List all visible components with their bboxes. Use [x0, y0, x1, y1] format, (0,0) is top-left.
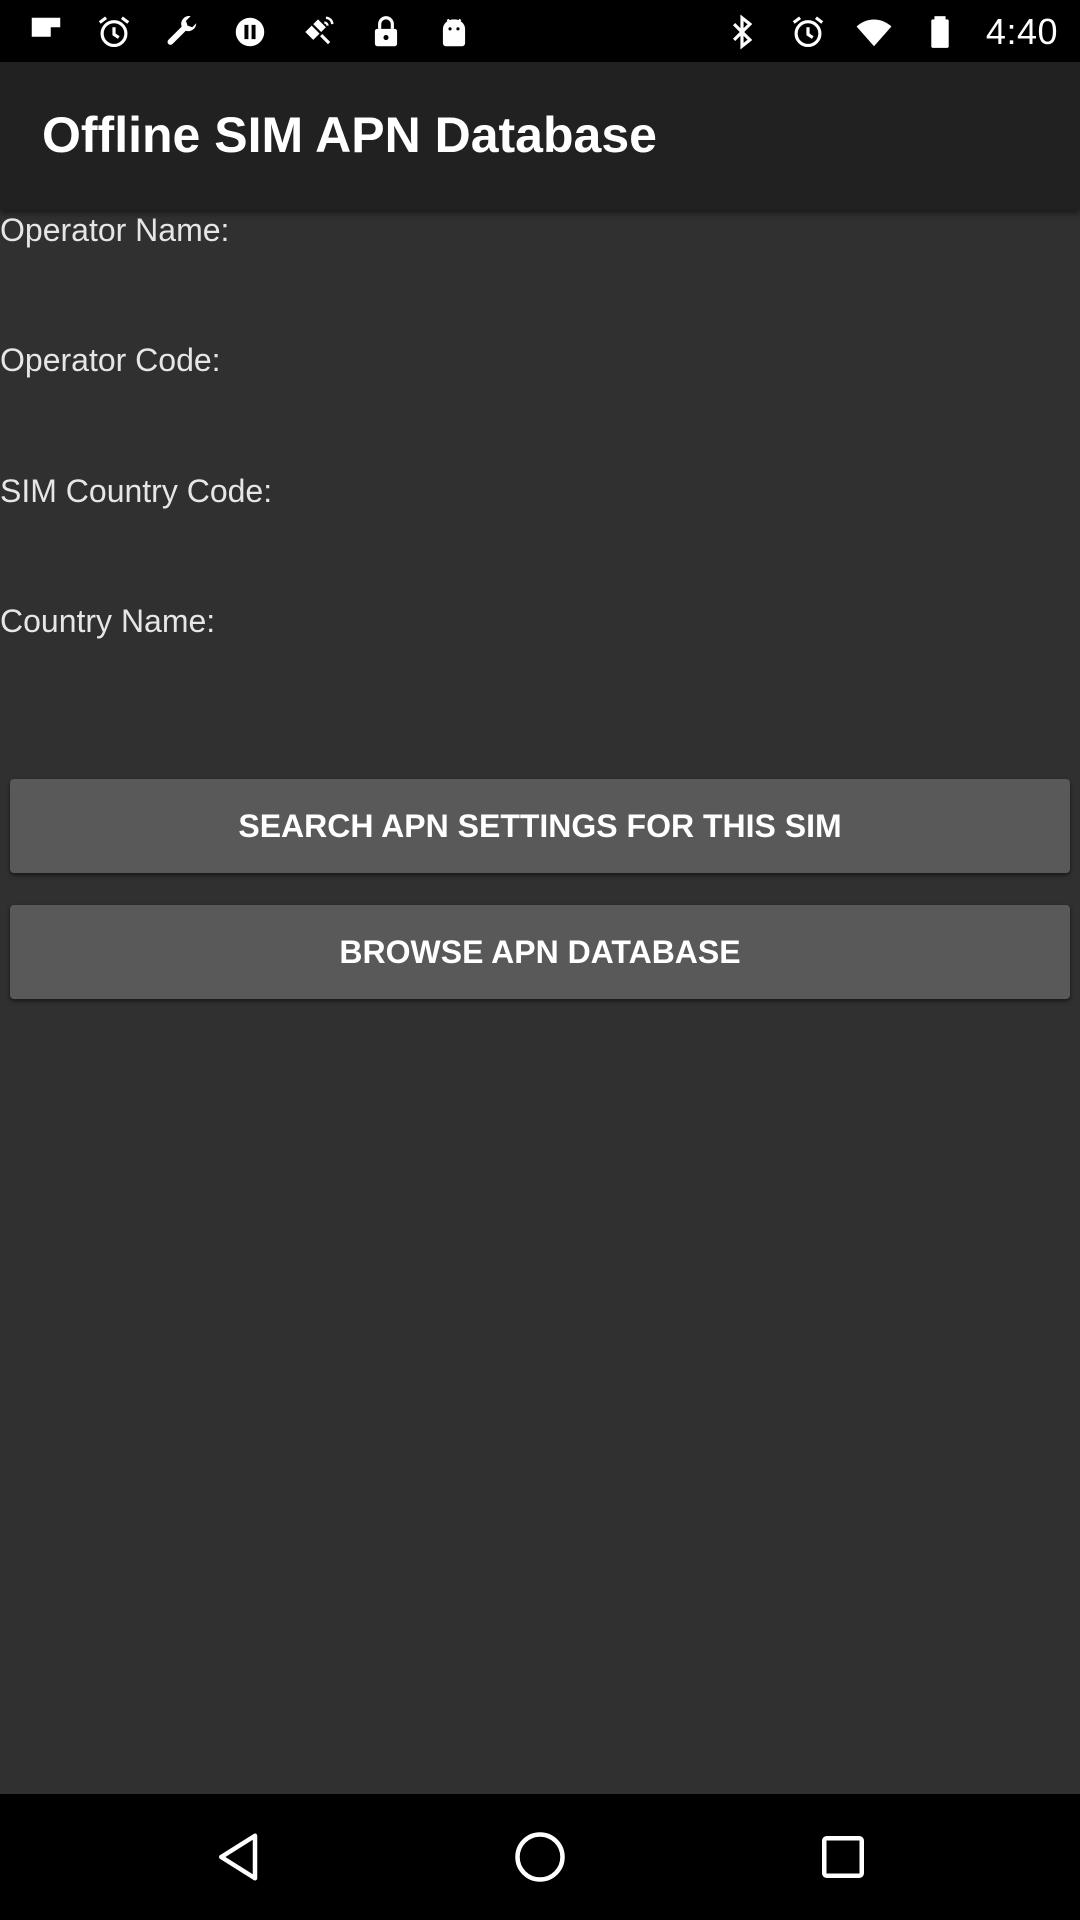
operator-code-label: Operator Code: [0, 342, 221, 378]
app-bar: Offline SIM APN Database [0, 62, 1080, 210]
status-clock: 4:40 [985, 11, 1058, 52]
status-right-icons: 4:40 [722, 10, 1058, 54]
alarm-icon [788, 12, 828, 52]
bluetooth-icon [722, 12, 762, 52]
fake-gps-satellite-icon [298, 12, 338, 52]
flipboard-icon [26, 12, 66, 52]
operator-name-label: Operator Name: [0, 212, 230, 248]
lock-icon [366, 12, 406, 52]
home-icon[interactable] [500, 1817, 580, 1897]
browse-apn-database-button[interactable]: BROWSE APN DATABASE [10, 905, 1070, 999]
country-name-label: Country Name: [0, 603, 216, 639]
wifi-icon [854, 12, 894, 52]
recents-icon[interactable] [803, 1817, 883, 1897]
sim-country-code-label: SIM Country Code: [0, 473, 273, 509]
status-bar: 4:40 [0, 0, 1080, 62]
battery-icon [920, 12, 960, 52]
search-apn-settings-button[interactable]: SEARCH APN SETTINGS FOR THIS SIM [10, 779, 1070, 873]
android-icon [434, 12, 474, 52]
page-title: Offline SIM APN Database [42, 107, 657, 163]
pause-icon [230, 12, 270, 52]
navigation-bar [0, 1794, 1080, 1920]
main-content: Operator Name: Operator Code: SIM Countr… [0, 210, 1080, 1794]
back-icon[interactable] [200, 1817, 280, 1897]
status-left-icons [26, 10, 474, 54]
alarm-icon [94, 12, 134, 52]
wrench-icon [162, 12, 202, 52]
